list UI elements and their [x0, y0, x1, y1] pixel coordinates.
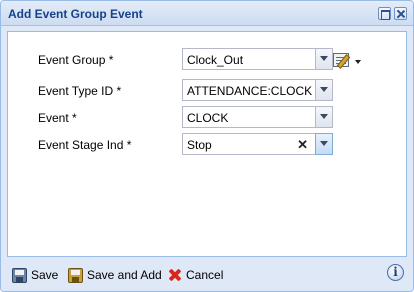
window-title: Add Event Group Event [8, 7, 143, 21]
save-label: Save [31, 268, 59, 282]
event-combo[interactable]: CLOCK [182, 106, 333, 128]
event-type-id-value: ATTENDANCE:CLOCK [187, 84, 313, 98]
event-type-id-label: Event Type ID * [38, 84, 122, 98]
chevron-down-icon[interactable] [315, 133, 333, 155]
save-and-add-button[interactable]: Save and Add [68, 264, 162, 286]
save-button[interactable]: Save [12, 264, 58, 286]
event-stage-ind-label: Event Stage Ind * [38, 138, 132, 152]
add-event-group-event-window: Add Event Group Event Event Group * Cloc… [0, 0, 414, 292]
cancel-button[interactable]: Cancel [168, 264, 223, 286]
save-add-icon [68, 267, 83, 283]
event-group-value: Clock_Out [187, 53, 244, 67]
event-group-label: Event Group * [38, 53, 114, 67]
edit-icon [333, 53, 349, 67]
chevron-down-icon[interactable] [315, 107, 332, 127]
edit-menu-button[interactable] [331, 51, 365, 71]
clear-icon[interactable]: ✕ [297, 137, 308, 153]
event-group-combo[interactable]: Clock_Out [182, 48, 333, 70]
window-titlebar[interactable]: Add Event Group Event [1, 1, 413, 26]
cancel-label: Cancel [186, 268, 224, 282]
event-type-id-combo[interactable]: ATTENDANCE:CLOCK [182, 79, 333, 101]
event-value: CLOCK [187, 111, 229, 125]
caret-down-icon [355, 60, 361, 64]
event-label: Event * [38, 111, 77, 125]
info-icon[interactable]: i [387, 264, 404, 281]
close-icon[interactable] [394, 7, 407, 20]
chevron-down-icon[interactable] [315, 80, 332, 100]
save-icon [12, 267, 27, 283]
event-stage-ind-value: Stop [187, 138, 212, 152]
cancel-icon [168, 268, 182, 282]
event-stage-ind-combo[interactable]: Stop ✕ [182, 133, 333, 155]
maximize-icon[interactable] [378, 7, 391, 20]
bottom-toolbar: Save Save and Add Cancel i [1, 259, 413, 291]
save-and-add-label: Save and Add [87, 268, 162, 282]
chevron-down-icon[interactable] [315, 49, 332, 69]
